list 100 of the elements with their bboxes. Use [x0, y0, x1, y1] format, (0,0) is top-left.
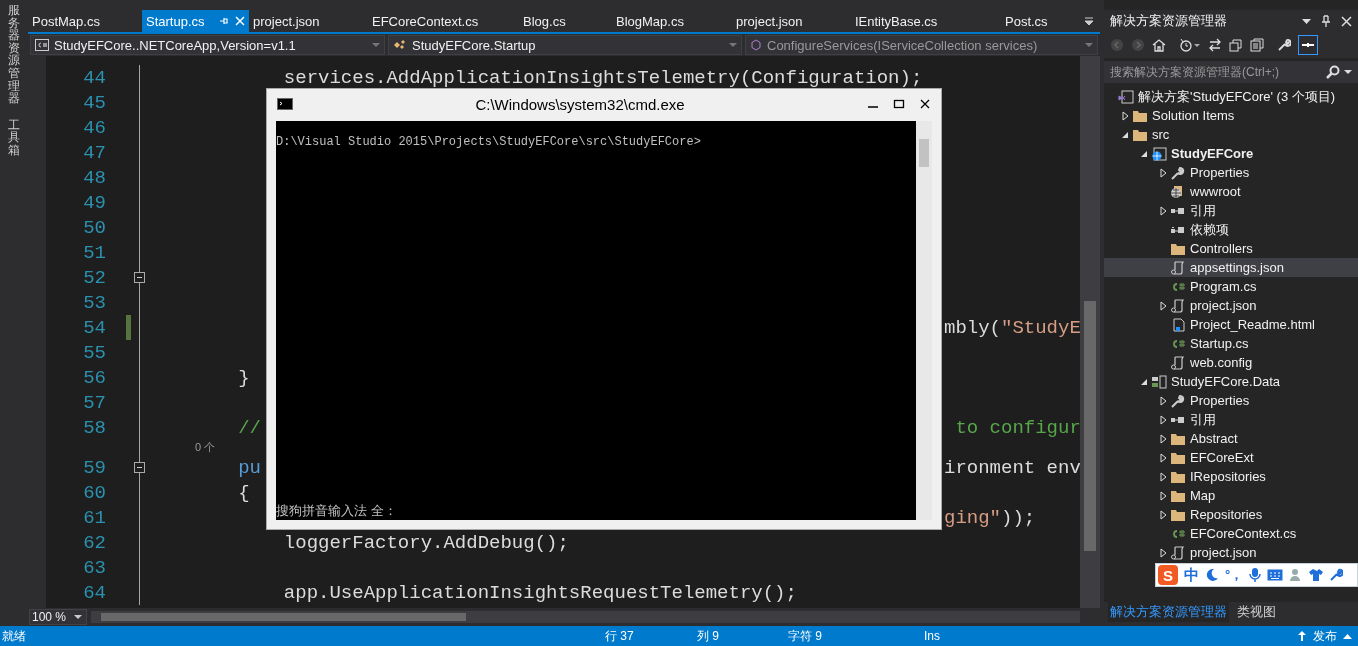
caret-icon[interactable]	[1344, 69, 1352, 75]
navigation-dropdown[interactable]: StudyEFCore..NETCoreApp,Version=v1.1	[30, 35, 385, 55]
tree-item[interactable]: src	[1104, 125, 1358, 144]
keyboard-icon[interactable]	[1267, 569, 1284, 581]
file-tab[interactable]: IEntityBase.cs	[851, 10, 1001, 32]
collapsed-icon[interactable]	[1121, 110, 1129, 121]
maximize-icon[interactable]	[893, 99, 905, 109]
line-number: 44	[82, 66, 106, 89]
sync-icon[interactable]	[1208, 38, 1222, 52]
caret-icon[interactable]	[1302, 18, 1311, 24]
moon-icon[interactable]	[1205, 568, 1219, 582]
collapsed-icon[interactable]	[1159, 395, 1167, 406]
expanded-icon[interactable]	[1140, 149, 1148, 158]
file-tab[interactable]: EFCoreContext.cs	[368, 10, 519, 32]
collapsed-icon[interactable]	[1159, 433, 1167, 444]
file-tab[interactable]: BlogMap.cs	[612, 10, 732, 32]
expanded-icon[interactable]	[1140, 377, 1148, 386]
panel-tab[interactable]: 类视图	[1235, 602, 1278, 622]
library-icon	[1151, 374, 1167, 389]
file-tab[interactable]: Blog.cs	[519, 10, 612, 32]
shirt-icon[interactable]	[1309, 568, 1324, 582]
line-indicator: 行 37	[604, 627, 635, 645]
wrench-icon[interactable]	[1329, 568, 1344, 582]
tree-item[interactable]: StudyEFCore	[1104, 144, 1358, 163]
horizontal-scrollbar[interactable]	[91, 611, 1080, 623]
collapsed-icon[interactable]	[1159, 167, 1167, 178]
forward-icon[interactable]	[1131, 38, 1145, 52]
microphone-icon[interactable]	[1249, 567, 1262, 583]
tree-item[interactable]: EFCoreContext.cs	[1104, 524, 1358, 543]
tree-item[interactable]: appsettings.json	[1104, 258, 1358, 277]
tree-item[interactable]: 引用	[1104, 201, 1358, 220]
tree-item[interactable]: project.json	[1104, 543, 1358, 562]
file-icon	[1170, 298, 1186, 313]
tree-item[interactable]: 引用	[1104, 410, 1358, 429]
tree-item[interactable]: IRepositories	[1104, 467, 1358, 486]
collapsed-icon[interactable]	[1159, 205, 1167, 216]
reference-count[interactable]: 0 个	[195, 440, 216, 455]
status-text: 就绪	[1, 627, 27, 645]
collapse-icon[interactable]	[134, 462, 145, 473]
tree-item[interactable]: Repositories	[1104, 505, 1358, 524]
side-tab[interactable]: 服务器资源管理器	[8, 4, 20, 105]
folder-icon	[1170, 241, 1186, 256]
tree-item[interactable]: 解决方案'StudyEFCore' (3 个项目)	[1104, 87, 1358, 106]
history-icon[interactable]	[1179, 38, 1201, 52]
tree-item[interactable]: Properties	[1104, 391, 1358, 410]
tree-item[interactable]: Properties	[1104, 163, 1358, 182]
collapsed-icon[interactable]	[1159, 414, 1167, 425]
line-number: 61	[82, 506, 106, 529]
collapsed-icon[interactable]	[1159, 509, 1167, 520]
collapsed-icon[interactable]	[1159, 490, 1167, 501]
line-number: 60	[82, 481, 106, 504]
tree-item[interactable]: EFCoreExt	[1104, 448, 1358, 467]
line-number: 53	[82, 291, 106, 314]
file-tab[interactable]: PostMap.cs	[28, 10, 142, 32]
pin-icon[interactable]	[1321, 15, 1331, 27]
tree-item[interactable]: StudyEFCore.Data	[1104, 372, 1358, 391]
line-number: 59	[82, 456, 106, 479]
tree-item[interactable]: Solution Items	[1104, 106, 1358, 125]
language-mode-button[interactable]: 中	[1184, 565, 1199, 585]
line-number: 57	[82, 391, 106, 414]
tree-item[interactable]: Project_Readme.html	[1104, 315, 1358, 334]
line-number: 46	[82, 116, 106, 139]
tree-item[interactable]: Abstract	[1104, 429, 1358, 448]
expanded-icon[interactable]	[1121, 130, 1129, 139]
file-tab[interactable]: project.json	[249, 10, 368, 32]
navigation-dropdown[interactable]: StudyEFCore.Startup	[388, 35, 742, 55]
search-field[interactable]: 搜索解决方案资源管理器(Ctrl+;)	[1104, 61, 1358, 83]
tree-item[interactable]: Program.cs	[1104, 277, 1358, 296]
tree-item[interactable]: Startup.cs	[1104, 334, 1358, 353]
panel-tab[interactable]: 解决方案资源管理器	[1108, 602, 1229, 622]
globe-icon	[1151, 146, 1167, 161]
tree-item[interactable]: web.config	[1104, 353, 1358, 372]
collapse-icon[interactable]	[134, 272, 145, 283]
publish-button[interactable]: 发布	[1297, 627, 1352, 645]
caret-icon	[74, 614, 82, 620]
tree-item[interactable]: project.json	[1104, 296, 1358, 315]
punctuation-button[interactable]: °，	[1225, 566, 1244, 584]
close-icon[interactable]	[919, 99, 931, 109]
tree-item[interactable]: Controllers	[1104, 239, 1358, 258]
vertical-scrollbar[interactable]	[1080, 56, 1100, 608]
ime-status-text: 搜狗拼音输入法 全：	[276, 502, 399, 520]
windows-icon[interactable]	[1229, 38, 1243, 52]
tree-item[interactable]: Map	[1104, 486, 1358, 505]
tree-item[interactable]: wwwroot	[1104, 182, 1358, 201]
collapsed-icon[interactable]	[1159, 300, 1167, 311]
tree-item[interactable]: 依赖项	[1104, 220, 1358, 239]
file-tab[interactable]: Post.cs	[1001, 10, 1061, 32]
zoom-dropdown[interactable]: 100 %	[29, 609, 87, 625]
home-icon[interactable]	[1152, 38, 1166, 52]
preview-toggle-icon[interactable]	[1298, 35, 1318, 55]
line-number: 58	[82, 416, 106, 439]
back-icon[interactable]	[1110, 38, 1124, 52]
collapsed-icon[interactable]	[1159, 547, 1167, 558]
pages-icon[interactable]	[1250, 38, 1264, 52]
vertical-scrollbar[interactable]	[916, 121, 932, 520]
collapsed-icon[interactable]	[1159, 471, 1167, 482]
collapsed-icon[interactable]	[1159, 452, 1167, 463]
tab-overflow-icon[interactable]	[1084, 16, 1094, 26]
file-tab[interactable]: project.json	[732, 10, 851, 32]
side-tab[interactable]: 工具箱	[8, 118, 20, 157]
